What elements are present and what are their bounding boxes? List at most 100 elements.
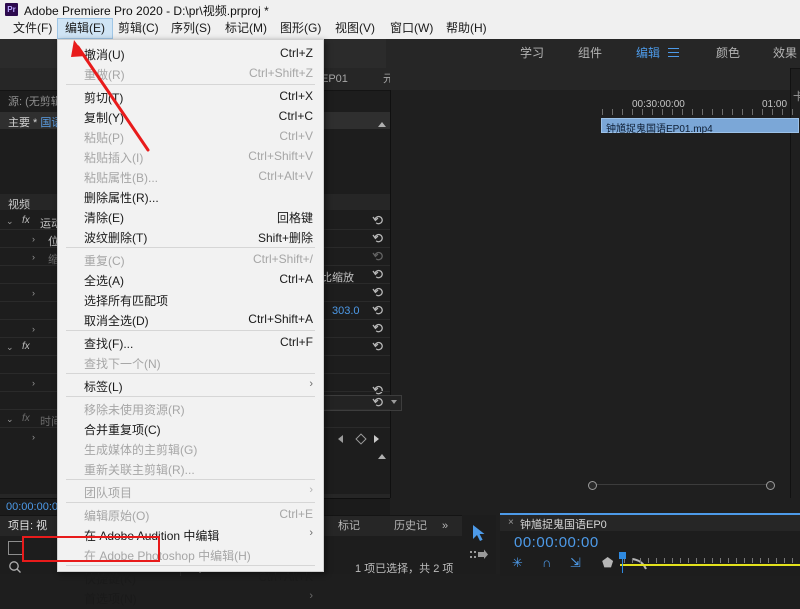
- reset-icon[interactable]: [372, 304, 385, 317]
- chevron-right-icon[interactable]: ›: [32, 234, 35, 244]
- prev-keyframe-icon[interactable]: [338, 435, 343, 443]
- tab-history[interactable]: 历史记: [394, 516, 427, 537]
- workspace-tab-effects[interactable]: 效果: [773, 39, 797, 68]
- arrow-cursor-icon[interactable]: [471, 524, 487, 542]
- timeline-clip[interactable]: 钟馗捉鬼国语EP01.mp4: [601, 118, 799, 135]
- reset-icon[interactable]: [372, 268, 385, 281]
- playhead-icon[interactable]: [619, 552, 626, 573]
- chevron-right-icon[interactable]: ›: [32, 324, 35, 334]
- submenu-arrow-icon: ›: [309, 527, 313, 539]
- menu-view[interactable]: 视图(V): [328, 18, 382, 39]
- menu-item-preferences[interactable]: 首选项(N) ›: [58, 587, 323, 609]
- menu-item-copy[interactable]: 复制(Y) Ctrl+C: [58, 106, 323, 128]
- reset-icon[interactable]: [372, 322, 385, 335]
- menu-item-label: 重做(R): [84, 68, 125, 82]
- menu-item-remove-attributes[interactable]: 删除属性(R)...: [58, 186, 323, 208]
- menu-item-accel: Ctrl+V: [279, 129, 313, 143]
- fx-icon: fx: [22, 215, 30, 226]
- menu-markers[interactable]: 标记(M): [218, 18, 274, 39]
- menu-item-accel: Ctrl+C: [278, 109, 313, 123]
- sequence-timecode[interactable]: 00:00:00:00: [514, 534, 599, 551]
- snap-icon[interactable]: ✳: [512, 555, 523, 571]
- anchor-point-value[interactable]: 303.0: [332, 305, 360, 317]
- menu-item-edit-original[interactable]: 编辑原始(O) Ctrl+E: [58, 504, 323, 526]
- menu-item-paste[interactable]: 粘贴(P) Ctrl+V: [58, 126, 323, 148]
- workspace-tab-learn[interactable]: 学习: [520, 39, 544, 68]
- menu-window[interactable]: 窗口(W): [383, 18, 440, 39]
- marker-icon[interactable]: ⬟: [602, 555, 613, 571]
- menu-graphics[interactable]: 图形(G): [273, 18, 328, 39]
- timeline-ruler[interactable]: 00:30:00:00 01:00: [600, 99, 800, 116]
- menu-item-paste-insert[interactable]: 粘贴插入(I) Ctrl+Shift+V: [58, 146, 323, 168]
- track-select-forward-icon[interactable]: [470, 548, 488, 562]
- menu-item-label: 撤消(U): [84, 48, 125, 62]
- menu-item-ripple-delete[interactable]: 波纹删除(T) Shift+删除: [58, 226, 323, 248]
- reset-icon[interactable]: [372, 250, 385, 263]
- submenu-arrow-icon: ›: [309, 378, 313, 390]
- menu-item-relink-master-clip[interactable]: 重新关联主剪辑(R)...: [58, 458, 323, 480]
- reset-icon[interactable]: [372, 232, 385, 245]
- menu-clip[interactable]: 剪辑(C): [111, 18, 166, 39]
- work-area-bar[interactable]: [620, 564, 800, 566]
- playhead-timecode[interactable]: 00:00:00:0: [6, 501, 58, 513]
- workspace-tab-assembly[interactable]: 组件: [578, 39, 602, 68]
- title-bar: Pr Adobe Premiere Pro 2020 - D:\pr\视频.pr…: [0, 0, 800, 18]
- linked-selection-icon[interactable]: ∩: [542, 555, 551, 570]
- menu-item-remove-unused[interactable]: 移除未使用资源(R): [58, 398, 323, 420]
- sequence-name-label[interactable]: 钟馗捉鬼国语EP0: [520, 516, 607, 532]
- collapse-arrow-icon-2[interactable]: [378, 122, 386, 127]
- menu-item-select-all[interactable]: 全选(A) Ctrl+A: [58, 269, 323, 291]
- menu-item-keyboard-shortcuts[interactable]: 快捷键(K) Ctrl+Alt+K: [58, 567, 323, 589]
- menu-file[interactable]: 文件(F): [6, 18, 59, 39]
- menu-item-accel: Ctrl+X: [279, 89, 313, 103]
- workspace-tab-editing[interactable]: 编辑: [636, 39, 660, 68]
- menu-item-clear[interactable]: 清除(E) 回格键: [58, 206, 323, 228]
- menu-item-cut[interactable]: 剪切(T) Ctrl+X: [58, 86, 323, 108]
- close-icon[interactable]: ×: [508, 517, 514, 528]
- menu-item-label: 重新关联主剪辑(R)...: [84, 463, 195, 477]
- menu-item-label: 重复(C): [84, 254, 125, 268]
- hamburger-icon[interactable]: [668, 48, 679, 57]
- reset-icon[interactable]: [372, 214, 385, 227]
- workspace-tab-color[interactable]: 颜色: [716, 39, 740, 68]
- menu-item-find[interactable]: 查找(F)... Ctrl+F: [58, 332, 323, 354]
- add-keyframe-icon[interactable]: [355, 433, 367, 445]
- menu-item-label[interactable]: 标签(L) ›: [58, 375, 323, 397]
- reset-icon[interactable]: [372, 286, 385, 299]
- menu-item-duplicate[interactable]: 重复(C) Ctrl+Shift+/: [58, 249, 323, 271]
- menu-item-deselect-all[interactable]: 取消全选(D) Ctrl+Shift+A: [58, 309, 323, 331]
- menu-item-team-project[interactable]: 团队项目 ›: [58, 481, 323, 503]
- tab-overflow[interactable]: »: [442, 516, 448, 537]
- menu-item-paste-attributes[interactable]: 粘贴属性(B)... Ctrl+Alt+V: [58, 166, 323, 188]
- menu-item-redo[interactable]: 重做(R) Ctrl+Shift+Z: [58, 63, 323, 85]
- keyframe-handle[interactable]: [588, 481, 597, 490]
- fx-icon: fx: [22, 413, 30, 424]
- insert-icon[interactable]: ⇲: [570, 555, 581, 571]
- menu-item-consolidate-duplicates[interactable]: 合并重复项(C): [58, 418, 323, 440]
- reset-icon[interactable]: [372, 396, 385, 409]
- clip-prefix: 主要 *: [8, 117, 41, 129]
- next-keyframe-icon[interactable]: [374, 435, 379, 443]
- chevron-down-icon[interactable]: ⌄: [6, 216, 14, 227]
- menu-edit[interactable]: 编辑(E): [57, 18, 113, 39]
- menu-item-select-all-matches[interactable]: 选择所有匹配项: [58, 289, 323, 311]
- menu-sequence[interactable]: 序列(S): [164, 18, 218, 39]
- tab-project[interactable]: 项目: 视: [8, 516, 47, 537]
- chevron-down-icon[interactable]: ⌄: [6, 342, 14, 353]
- collapse-arrow-icon[interactable]: [378, 454, 386, 459]
- chevron-down-icon[interactable]: ⌄: [6, 414, 14, 425]
- menu-item-accel: Shift+删除: [257, 231, 313, 245]
- menu-item-undo[interactable]: 撤消(U) Ctrl+Z: [58, 43, 323, 65]
- menu-help[interactable]: 帮助(H): [439, 18, 494, 39]
- chevron-right-icon[interactable]: ›: [32, 288, 35, 298]
- reset-icon[interactable]: [372, 340, 385, 353]
- chevron-right-icon[interactable]: ›: [32, 252, 35, 262]
- tab-markers[interactable]: 标记: [338, 516, 360, 537]
- submenu-arrow-icon: ›: [309, 484, 313, 496]
- keyframe-handle[interactable]: [766, 481, 775, 490]
- menu-item-label: 删除属性(R)...: [84, 191, 159, 205]
- menu-item-find-next[interactable]: 查找下一个(N): [58, 352, 323, 374]
- submenu-arrow-icon: ›: [309, 590, 313, 602]
- menu-item-create-master-clip[interactable]: 生成媒体的主剪辑(G): [58, 438, 323, 460]
- chevron-right-icon[interactable]: ›: [32, 432, 35, 442]
